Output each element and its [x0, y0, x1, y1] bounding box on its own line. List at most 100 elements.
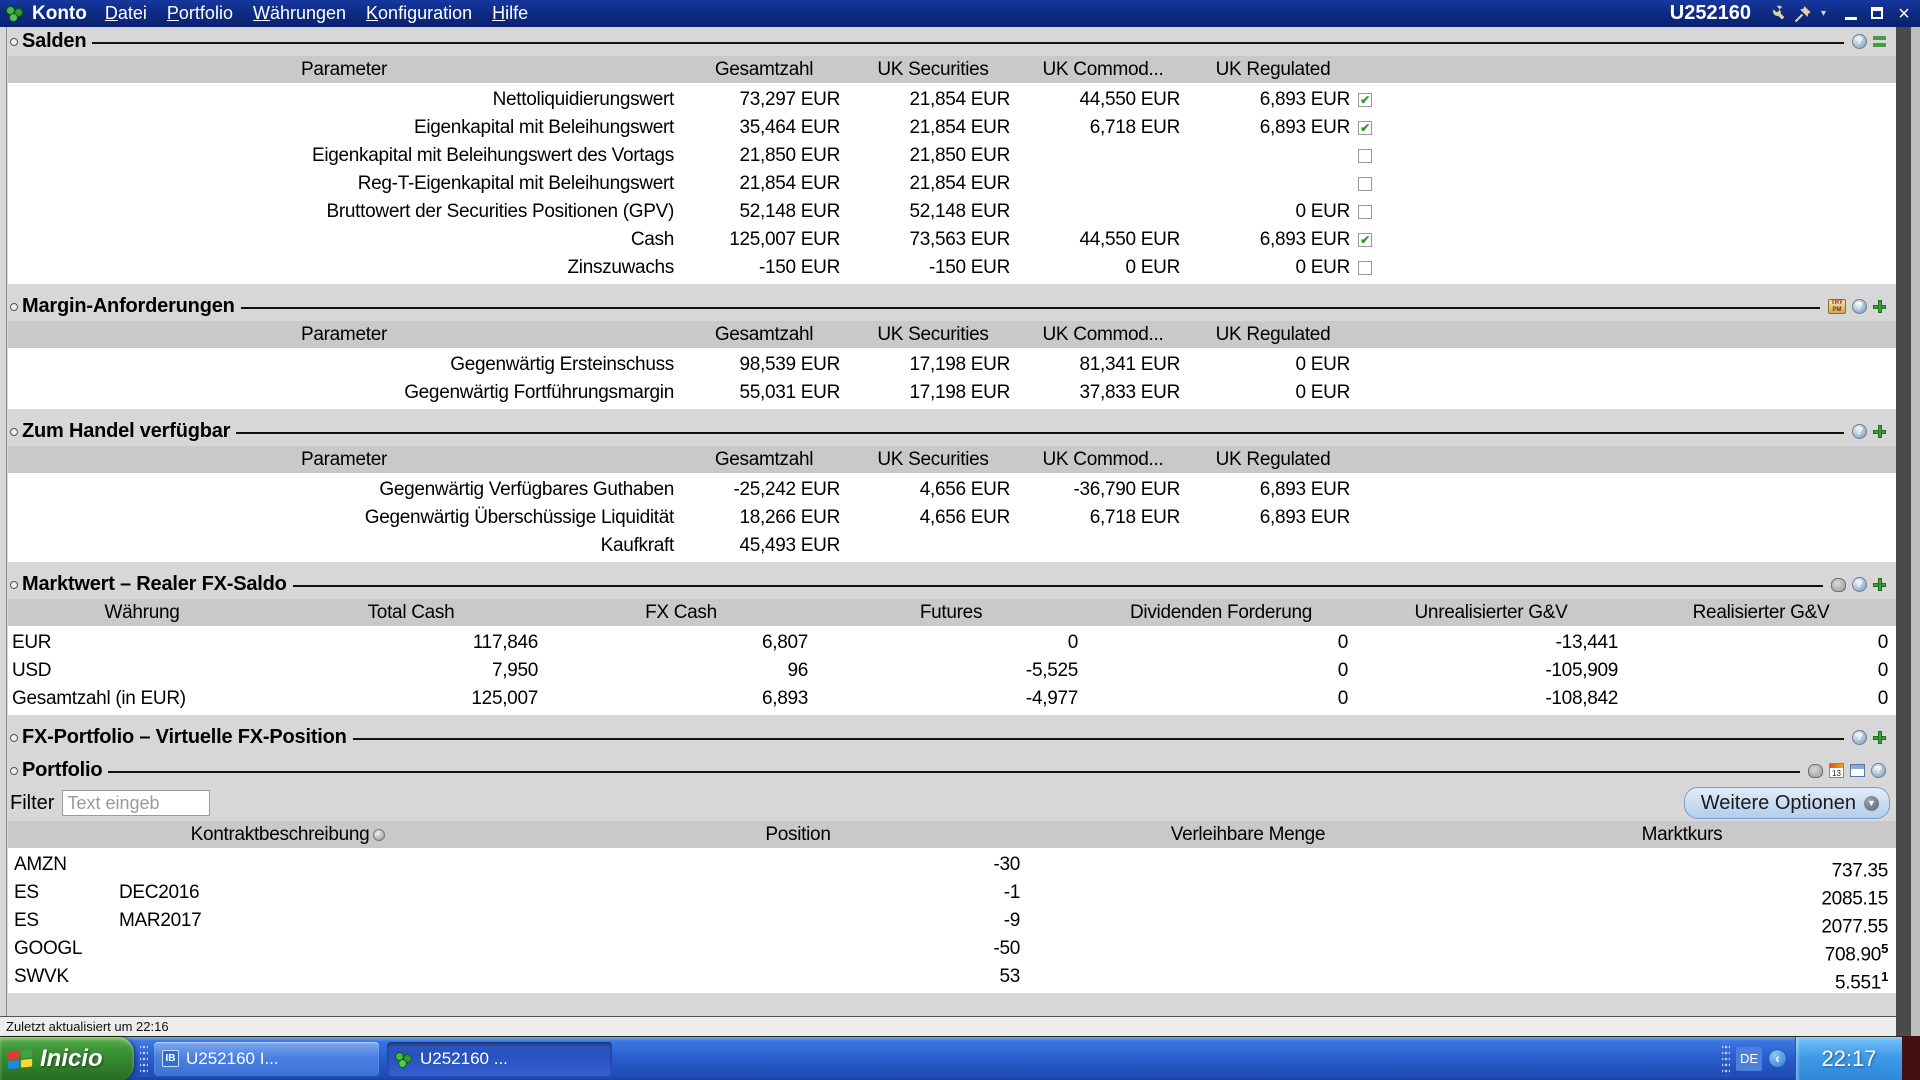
row-checkbox[interactable] — [1358, 93, 1372, 107]
column-header[interactable]: Gesamtzahl — [680, 321, 848, 348]
column-header[interactable]: Gesamtzahl — [680, 446, 848, 473]
collapse-bullet-icon[interactable] — [10, 734, 18, 742]
help-icon[interactable] — [1852, 730, 1867, 745]
column-header[interactable]: Parameter — [8, 56, 680, 83]
table-row[interactable]: GOOGL-50708.905 — [8, 935, 1896, 963]
row-checkbox[interactable] — [1358, 149, 1372, 163]
table-row[interactable]: Nettoliquidierungswert73,297 EUR21,854 E… — [8, 86, 1896, 114]
filler — [1392, 170, 1896, 198]
column-header[interactable]: Total Cash — [276, 599, 546, 626]
grab-hand-icon[interactable] — [1808, 764, 1823, 778]
filter-input[interactable] — [62, 790, 210, 816]
column-header[interactable]: Realisierter G&V — [1626, 599, 1896, 626]
minimize-button[interactable] — [1842, 5, 1862, 23]
window-icon[interactable] — [1850, 764, 1865, 777]
collapse-bullet-icon[interactable] — [10, 767, 18, 775]
row-checkbox[interactable] — [1358, 205, 1372, 219]
column-header[interactable]: UK Regulated — [1188, 56, 1358, 83]
column-header[interactable]: Futures — [816, 599, 1086, 626]
maximize-button[interactable] — [1868, 5, 1888, 23]
table-row[interactable]: Reg-T-Eigenkapital mit Beleihungswert21,… — [8, 170, 1896, 198]
column-header[interactable]: Position — [568, 821, 1028, 848]
column-header[interactable]: Dividenden Forderung — [1086, 599, 1356, 626]
column-header[interactable]: Parameter — [8, 321, 680, 348]
more-options-button[interactable]: Weitere Optionen — [1684, 787, 1890, 819]
right-scrollbar-strip[interactable] — [1896, 27, 1911, 1036]
menu-wahrungen[interactable]: Währungen — [253, 3, 346, 24]
table-row[interactable]: SWVK535.5511 — [8, 963, 1896, 991]
column-header[interactable]: Gesamtzahl — [680, 56, 848, 83]
table-row[interactable]: AMZN-30737.35 — [8, 851, 1896, 879]
column-header[interactable]: UK Commod... — [1018, 446, 1188, 473]
column-header[interactable]: FX Cash — [546, 599, 816, 626]
menu-datei[interactable]: Datei — [105, 3, 147, 24]
taskbar-task-1[interactable]: U252160 ... — [387, 1042, 612, 1076]
menu-hilfe[interactable]: Hilfe — [492, 3, 528, 24]
taskbar-task-0[interactable]: IBU252160 I... — [154, 1042, 379, 1076]
menu-portfolio[interactable]: Portfolio — [167, 3, 233, 24]
table-row[interactable]: Eigenkapital mit Beleihungswert des Vort… — [8, 142, 1896, 170]
table-row[interactable]: EUR117,8466,80700-13,4410 — [8, 629, 1896, 657]
column-header[interactable]: UK Regulated — [1188, 321, 1358, 348]
table-row[interactable]: USD7,95096-5,5250-105,9090 — [8, 657, 1896, 685]
column-header[interactable]: Parameter — [8, 446, 680, 473]
help-icon[interactable] — [1852, 577, 1867, 592]
row-checkbox[interactable] — [1358, 121, 1372, 135]
table-row[interactable]: Gegenwärtig Ersteinschuss98,539 EUR17,19… — [8, 351, 1896, 379]
help-icon[interactable] — [1871, 763, 1886, 778]
table-row[interactable]: Cash125,007 EUR73,563 EUR44,550 EUR6,893… — [8, 226, 1896, 254]
column-header[interactable]: Unrealisierter G&V — [1356, 599, 1626, 626]
help-icon[interactable] — [1852, 299, 1867, 314]
sort-icon[interactable] — [373, 829, 385, 841]
column-header[interactable]: Marktkurs — [1468, 821, 1896, 848]
expand-icon[interactable] — [1873, 731, 1886, 744]
help-icon[interactable] — [1852, 34, 1867, 49]
collapse-bullet-icon[interactable] — [10, 428, 18, 436]
hide-tray-icons-button[interactable] — [1768, 1049, 1787, 1068]
column-header[interactable]: UK Securities — [848, 321, 1018, 348]
column-header[interactable]: UK Commod... — [1018, 56, 1188, 83]
grab-hand-icon[interactable] — [1831, 578, 1846, 592]
table-row[interactable]: Kaufkraft45,493 EUR — [8, 532, 1896, 560]
calendar-icon[interactable]: 13 — [1829, 763, 1844, 778]
column-header[interactable]: UK Regulated — [1188, 446, 1358, 473]
table-row[interactable]: Gesamtzahl (in EUR)125,0076,893-4,9770-1… — [8, 685, 1896, 713]
column-header[interactable]: Verleihbare Menge — [1028, 821, 1468, 848]
table-row[interactable]: Gegenwärtig Fortführungsmargin55,031 EUR… — [8, 379, 1896, 407]
table-row[interactable]: ESMAR2017-92077.55 — [8, 907, 1896, 935]
row-checkbox[interactable] — [1358, 233, 1372, 247]
row-value: 52,148 EUR — [848, 198, 1018, 226]
collapse-bullet-icon[interactable] — [10, 38, 18, 46]
table-row[interactable]: Eigenkapital mit Beleihungswert35,464 EU… — [8, 114, 1896, 142]
column-header[interactable]: Währung — [8, 599, 276, 626]
table-row[interactable]: Zinszuwachs-150 EUR-150 EUR0 EUR0 EUR — [8, 254, 1896, 282]
expand-icon[interactable] — [1873, 425, 1886, 438]
row-checkbox[interactable] — [1358, 177, 1372, 191]
expand-icon[interactable] — [1873, 578, 1886, 591]
column-header[interactable]: UK Securities — [848, 446, 1018, 473]
collapse-icon[interactable] — [1873, 36, 1886, 47]
ib-logo-icon: IB — [162, 1050, 179, 1067]
collapse-bullet-icon[interactable] — [10, 303, 18, 311]
table-row[interactable]: Gegenwärtig Verfügbares Guthaben-25,242 … — [8, 476, 1896, 504]
language-indicator[interactable]: DE — [1736, 1047, 1762, 1071]
row-checkbox[interactable] — [1358, 261, 1372, 275]
help-icon[interactable] — [1852, 424, 1867, 439]
table-row[interactable]: ESDEC2016-12085.15 — [8, 879, 1896, 907]
wrench-icon[interactable] — [1765, 4, 1785, 24]
column-header[interactable]: UK Securities — [848, 56, 1018, 83]
try-pm-icon[interactable]: TRYPM — [1828, 299, 1846, 314]
table-row[interactable]: Bruttowert der Securities Positionen (GP… — [8, 198, 1896, 226]
column-header[interactable]: Kontraktbeschreibung — [8, 821, 568, 848]
expand-icon[interactable] — [1873, 300, 1886, 313]
column-header[interactable]: UK Commod... — [1018, 321, 1188, 348]
menu-konfiguration[interactable]: Konfiguration — [366, 3, 472, 24]
table-row[interactable]: Gegenwärtig Überschüssige Liquidität18,2… — [8, 504, 1896, 532]
statusbar: Zuletzt aktualisiert um 22:16 — [0, 1016, 1896, 1036]
close-button[interactable]: × — [1894, 5, 1914, 23]
margin-table-header: Parameter Gesamtzahl UK Securities UK Co… — [8, 321, 1896, 348]
collapse-bullet-icon[interactable] — [10, 581, 18, 589]
start-button[interactable]: Inicio — [0, 1037, 134, 1080]
titlebar-caret-icon[interactable]: ▾ — [1821, 8, 1826, 19]
pin-icon[interactable] — [1793, 4, 1813, 24]
